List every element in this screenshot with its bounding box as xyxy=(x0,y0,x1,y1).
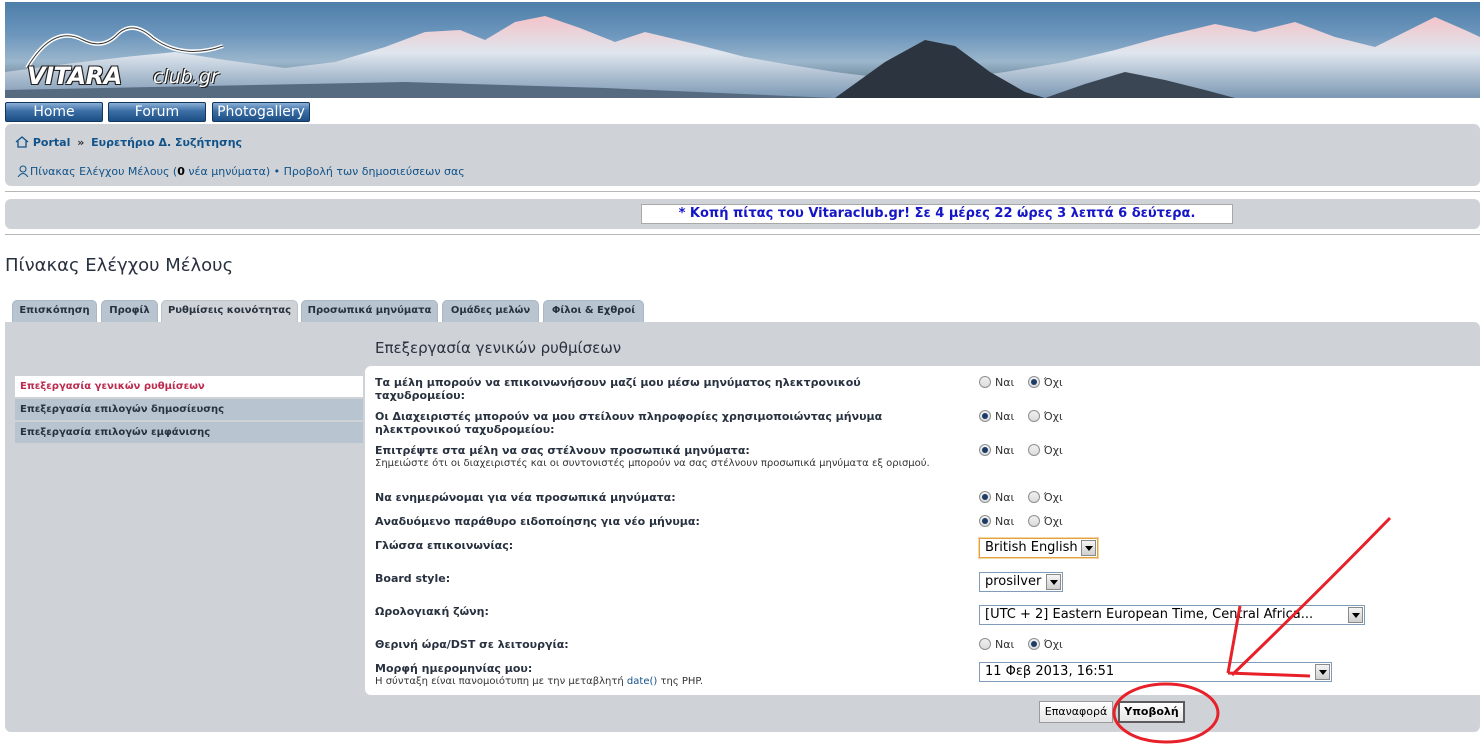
no-label: Όχι xyxy=(1043,638,1063,651)
site-banner: VITARA club.gr xyxy=(5,2,1480,98)
yes-label: Ναι xyxy=(995,376,1015,389)
notify-pm-no-radio[interactable] xyxy=(1027,491,1040,503)
tab-usergroups[interactable]: Ομάδες μελών xyxy=(442,300,539,322)
tab-board-preferences[interactable]: Ρυθμίσεις κοινότητας xyxy=(161,300,298,323)
dropdown-arrow-icon xyxy=(1046,574,1061,590)
menu-edit-posting-defaults[interactable]: Επεξεργασία επιλογών δημοσίευσης xyxy=(15,399,363,420)
new-messages-count: 0 xyxy=(177,165,185,178)
allow-pm-yes-radio[interactable] xyxy=(979,444,991,456)
tab-private-messages[interactable]: Προσωπικά μηνύματα xyxy=(301,300,438,322)
view-your-posts-link[interactable]: Προβολή των δημοσιεύσεων σας xyxy=(284,165,465,178)
admin-email-yes-radio[interactable] xyxy=(979,410,991,422)
dateformat-explain-suffix: της PHP. xyxy=(657,676,704,687)
breadcrumb-separator: » xyxy=(77,136,85,149)
timezone-value: [UTC + 2] Eastern European Time, Central… xyxy=(985,607,1314,622)
dateformat-explain: Η σύνταξη είναι πανομοιότυπη με την μετα… xyxy=(375,675,935,688)
ucp-links: Πίνακας Ελέγχου Μέλους (0 νέα μηνύματα) … xyxy=(17,165,465,178)
breadcrumb-forum-index-link[interactable]: Ευρετήριο Δ. Συζήτησης xyxy=(91,136,242,149)
dateformat-explain-text: Η σύνταξη είναι πανομοιότυπη με την μετα… xyxy=(375,676,627,687)
allow-email-options: Ναι Όχι xyxy=(979,376,1073,389)
menu-edit-display-options[interactable]: Επεξεργασία επιλογών εμφάνισης xyxy=(15,422,363,443)
divider xyxy=(5,191,1480,192)
allow-email-no-radio[interactable] xyxy=(1027,376,1040,388)
no-label: Όχι xyxy=(1043,444,1063,457)
breadcrumb: Portal » Ευρετήριο Δ. Συζήτησης xyxy=(15,136,242,149)
vitaraclub-logo[interactable]: VITARA club.gr xyxy=(23,20,253,90)
no-label: Όχι xyxy=(1043,410,1063,423)
dateformat-value: 11 Φεβ 2013, 16:51 xyxy=(985,664,1115,679)
allow-pm-no-radio[interactable] xyxy=(1027,444,1040,456)
notify-pm-options: Ναι Όχι xyxy=(979,491,1073,504)
yes-label: Ναι xyxy=(995,491,1015,504)
no-label: Όχι xyxy=(1043,491,1063,504)
new-messages-label: νέα μηνύματα) xyxy=(184,165,271,178)
popup-pm-options: Ναι Όχι xyxy=(979,515,1073,528)
allow-email-yes-radio[interactable] xyxy=(979,376,991,388)
dst-yes-radio[interactable] xyxy=(979,638,991,650)
nav-photogallery-button[interactable]: Photogallery xyxy=(212,102,310,122)
reset-button[interactable]: Επαναφορά xyxy=(1039,701,1113,723)
allow-pm-options: Ναι Όχι xyxy=(979,444,1073,457)
tab-overview[interactable]: Επισκόπηση xyxy=(12,300,97,322)
dst-no-radio[interactable] xyxy=(1027,638,1040,650)
allow-pm-label: Επιτρέψτε στα μέλη να σας στέλνουν προσω… xyxy=(375,444,750,457)
panel-title: Επεξεργασία γενικών ρυθμίσεων xyxy=(375,339,622,357)
popup-pm-yes-radio[interactable] xyxy=(979,515,991,527)
popup-pm-no-radio[interactable] xyxy=(1027,515,1040,527)
allow-pm-row: Επιτρέψτε στα μέλη να σας στέλνουν προσω… xyxy=(375,444,935,470)
admin-email-label: Οι Διαχειριστές μπορούν να μου στείλουν … xyxy=(375,410,883,436)
yes-label: Ναι xyxy=(995,515,1015,528)
dst-options: Ναι Όχι xyxy=(979,638,1073,651)
allow-pm-explain: Σημειώστε ότι οι διαχειριστές και οι συν… xyxy=(375,458,930,469)
nav-forum-button[interactable]: Forum xyxy=(108,102,206,122)
timezone-label: Ωρολογιακή ζώνη: xyxy=(375,605,489,618)
dateformat-select[interactable]: 11 Φεβ 2013, 16:51 xyxy=(979,662,1332,682)
no-label: Όχι xyxy=(1043,515,1063,528)
link-bullet: • xyxy=(270,165,284,178)
home-icon xyxy=(15,136,29,148)
dropdown-arrow-icon xyxy=(1315,664,1330,680)
yes-label: Ναι xyxy=(995,410,1015,423)
yes-label: Ναι xyxy=(995,638,1015,651)
user-icon xyxy=(17,165,29,178)
notify-pm-label: Να ενημερώνομαι για νέα προσωπικά μηνύμα… xyxy=(375,491,676,504)
divider xyxy=(5,234,1480,235)
ucp-link-label: Πίνακας Ελέγχου Μέλους ( xyxy=(30,165,178,178)
php-date-link[interactable]: date() xyxy=(627,676,657,687)
ucp-link[interactable]: Πίνακας Ελέγχου Μέλους (0 νέα μηνύματα) xyxy=(30,165,270,178)
dateformat-row: Μορφή ημερομηνίας μου: Η σύνταξη είναι π… xyxy=(375,662,935,688)
admin-email-no-radio[interactable] xyxy=(1027,410,1040,422)
countdown-banner: * Κοπή πίτας του Vitaraclub.gr! Σε 4 μέρ… xyxy=(641,204,1233,224)
board-style-value: prosilver xyxy=(985,574,1042,589)
popup-pm-label: Αναδυόμενο παράθυρο ειδοποίησης για νέο … xyxy=(375,515,700,528)
dropdown-arrow-icon xyxy=(1081,540,1096,556)
notify-pm-yes-radio[interactable] xyxy=(979,491,991,503)
dropdown-arrow-icon xyxy=(1348,607,1363,623)
breadcrumb-panel: Portal » Ευρετήριο Δ. Συζήτησης Πίνακας … xyxy=(5,124,1480,186)
language-value: British English xyxy=(985,540,1078,555)
no-label: Όχι xyxy=(1043,376,1063,389)
menu-edit-global-settings[interactable]: Επεξεργασία γενικών ρυθμίσεων xyxy=(15,376,363,397)
yes-label: Ναι xyxy=(995,444,1015,457)
timezone-select[interactable]: [UTC + 2] Eastern European Time, Central… xyxy=(979,605,1365,625)
page-title: Πίνακας Ελέγχου Μέλους xyxy=(5,255,234,276)
board-style-select[interactable]: prosilver xyxy=(979,572,1063,592)
board-style-label: Board style: xyxy=(375,572,451,585)
language-label: Γλώσσα επικοινωνίας: xyxy=(375,539,514,552)
allow-email-label: Τα μέλη μπορούν να επικοινωνήσουν μαζί μ… xyxy=(375,376,861,402)
tab-friends-foes[interactable]: Φίλοι & Εχθροί xyxy=(543,300,644,322)
dateformat-label: Μορφή ημερομηνίας μου: xyxy=(375,662,533,675)
dst-label: Θερινή ώρα/DST σε λειτουργία: xyxy=(375,638,569,651)
logo-main-text: VITARA xyxy=(27,62,122,90)
logo-sub-text: club.gr xyxy=(153,66,219,88)
admin-email-options: Ναι Όχι xyxy=(979,410,1073,423)
language-select[interactable]: British English xyxy=(979,538,1098,558)
submit-button[interactable]: Υποβολή xyxy=(1118,701,1185,723)
nav-home-button[interactable]: Home xyxy=(5,102,103,122)
breadcrumb-portal-link[interactable]: Portal xyxy=(33,136,71,149)
tab-profile[interactable]: Προφίλ xyxy=(101,300,158,322)
